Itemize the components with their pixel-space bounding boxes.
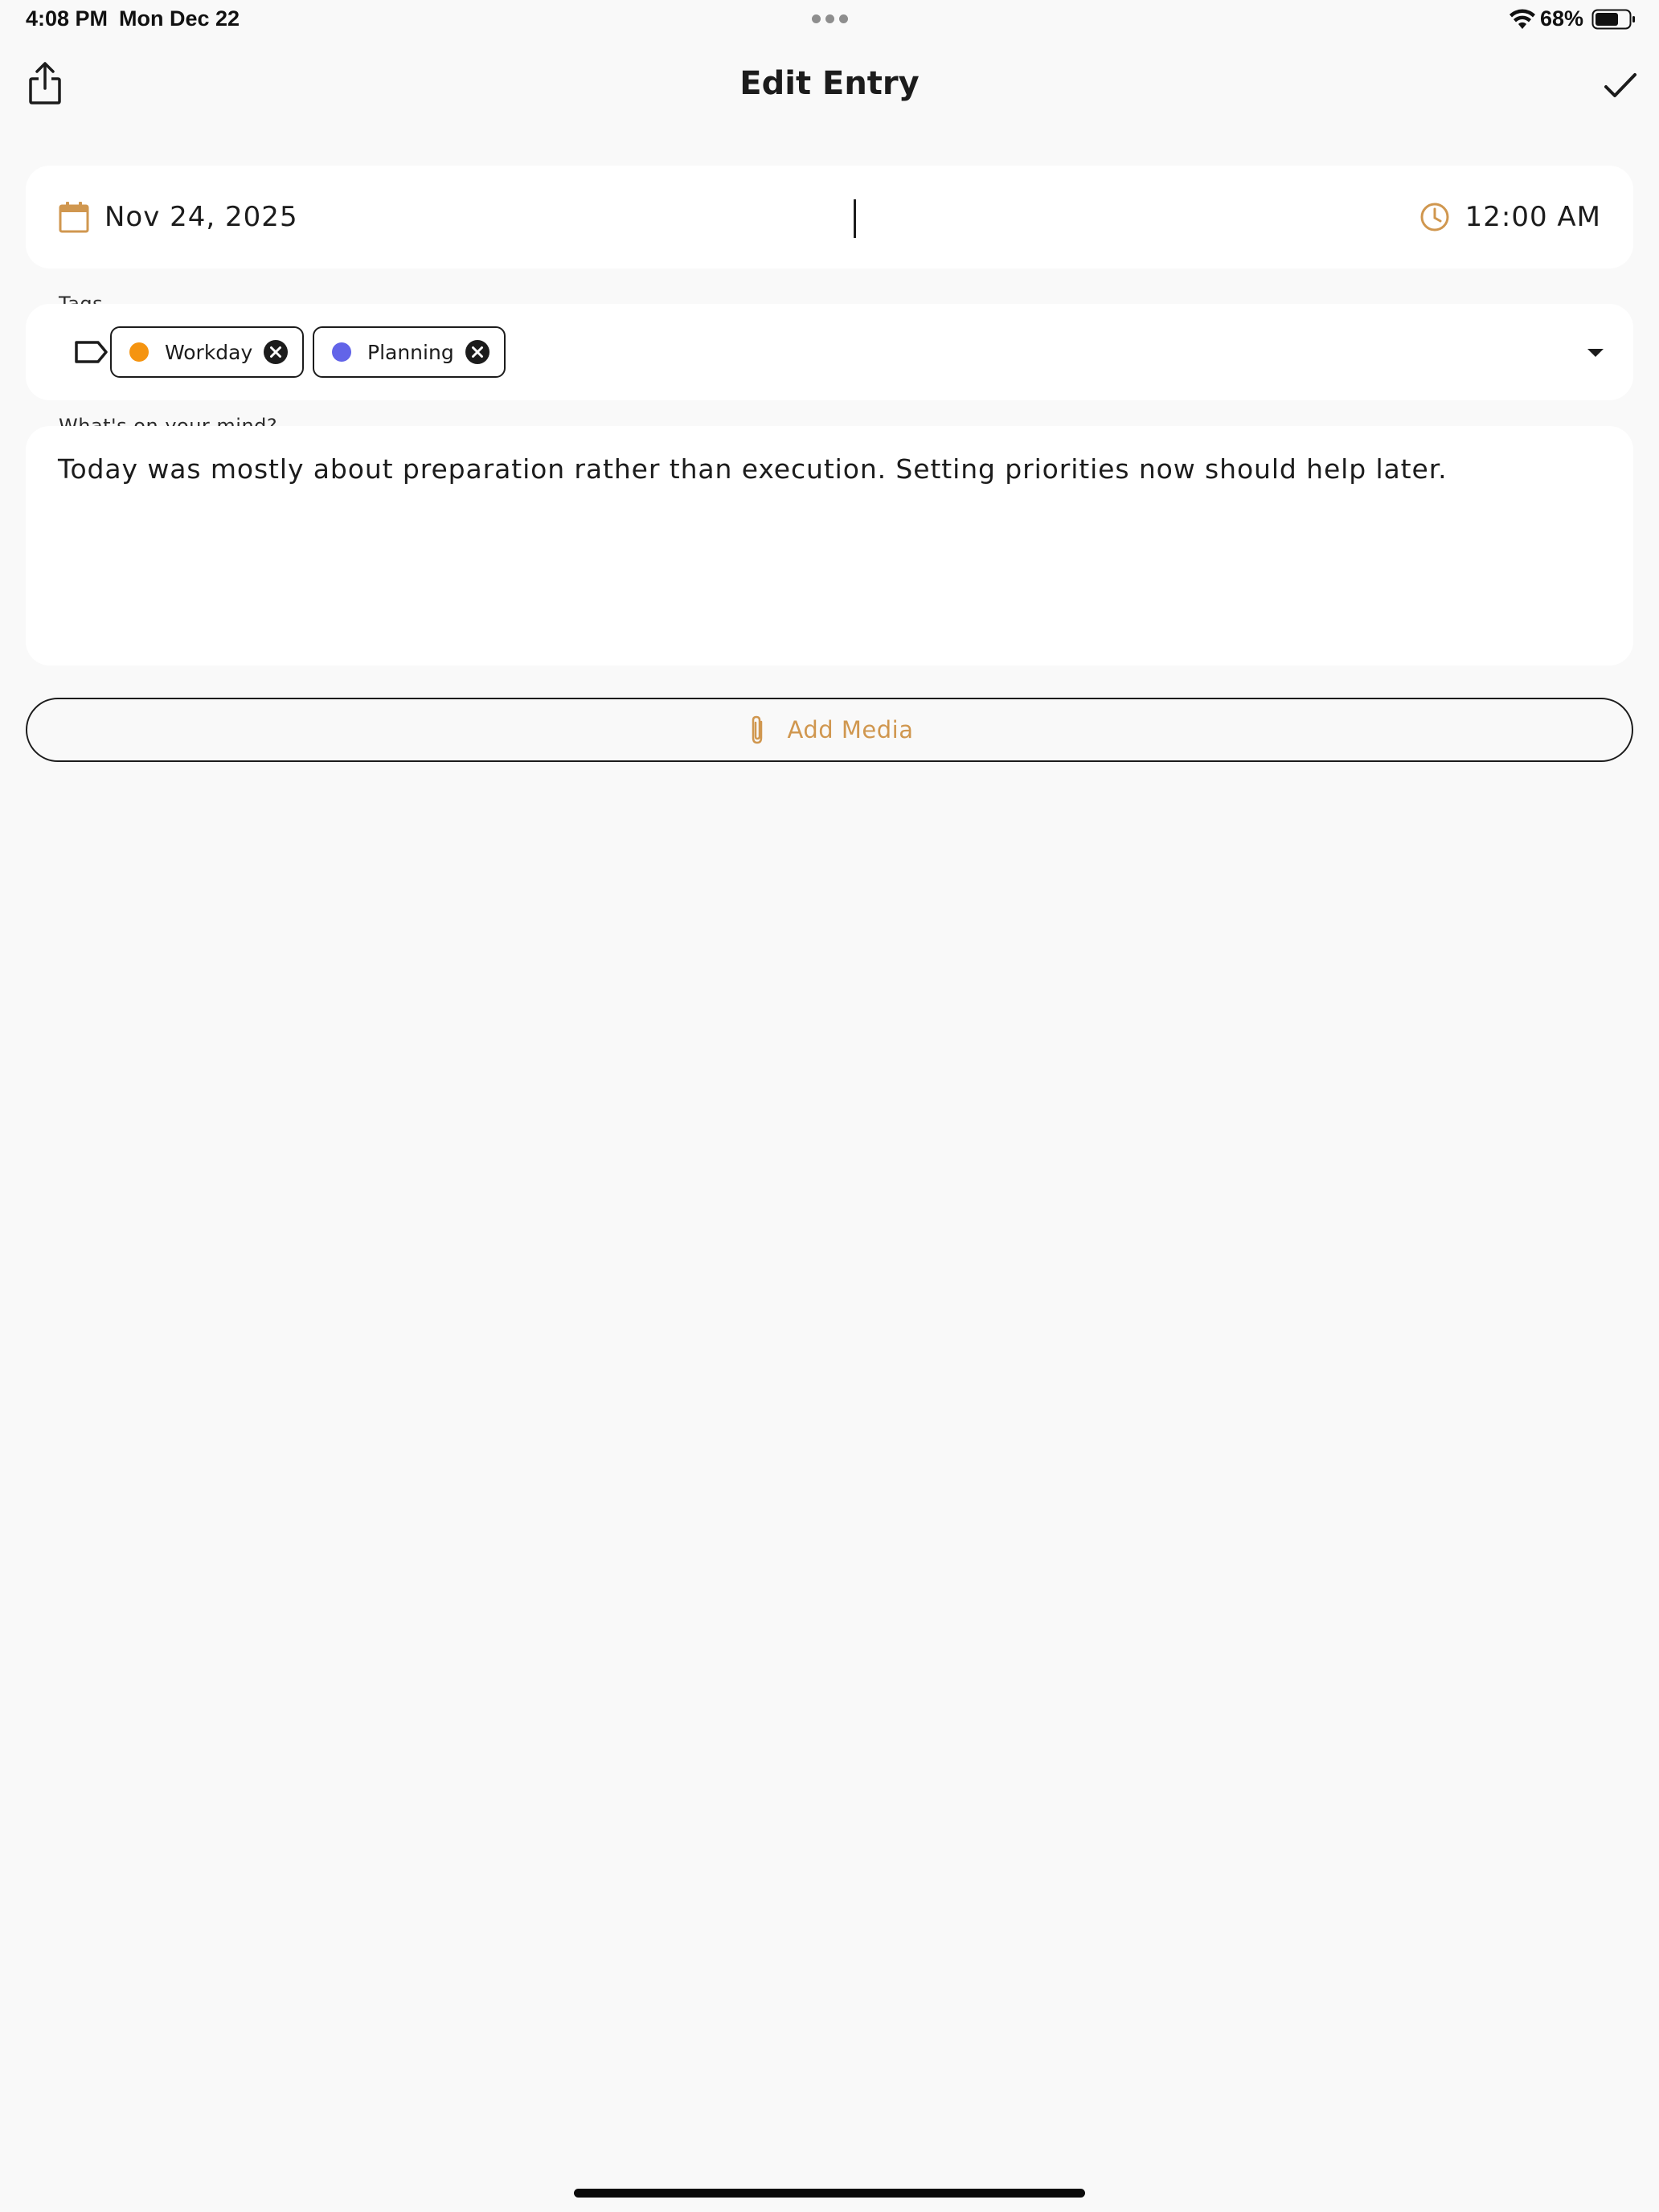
tag-icon [75, 341, 108, 363]
tag-color-dot [332, 342, 351, 362]
home-indicator[interactable] [574, 2189, 1085, 2198]
dropdown-arrow-icon[interactable] [1583, 341, 1608, 363]
tags-field[interactable]: Workday Planning [26, 304, 1633, 400]
clock-icon [1420, 203, 1449, 231]
text-cursor [854, 199, 856, 238]
entry-date: Nov 24, 2025 [104, 201, 298, 233]
battery-icon [1591, 9, 1635, 30]
multitasking-dots-icon[interactable] [812, 14, 849, 24]
datetime-card: Nov 24, 2025 12:00 AM [26, 166, 1633, 268]
tag-chip-label: Workday [165, 340, 253, 364]
calendar-icon [59, 202, 89, 233]
wifi-icon [1509, 9, 1535, 29]
tag-chip-label: Planning [367, 340, 454, 364]
page-title: Edit Entry [739, 65, 920, 102]
remove-tag-icon[interactable] [262, 338, 289, 366]
add-media-button[interactable]: Add Media [26, 698, 1633, 762]
remove-tag-icon[interactable] [464, 338, 491, 366]
battery-percentage: 68% [1540, 6, 1584, 31]
checkmark-icon[interactable] [1600, 64, 1641, 106]
paperclip-icon [752, 715, 762, 744]
edit-entry-screen: 4:08 PM Mon Dec 22 68% Edit Entry Nov 24… [0, 0, 1659, 2212]
tag-chip-planning[interactable]: Planning [313, 326, 506, 378]
status-date: Mon Dec 22 [119, 6, 240, 31]
add-media-label: Add Media [787, 716, 914, 743]
status-bar: 4:08 PM Mon Dec 22 68% [0, 0, 1659, 40]
journal-text-area[interactable]: Today was mostly about preparation rathe… [26, 426, 1633, 666]
tag-chip-workday[interactable]: Workday [110, 326, 304, 378]
time-picker[interactable]: 12:00 AM [1419, 166, 1601, 268]
entry-time: 12:00 AM [1464, 201, 1601, 233]
status-time: 4:08 PM [26, 6, 109, 31]
journal-text: Today was mostly about preparation rathe… [58, 453, 1448, 485]
tag-color-dot [129, 342, 149, 362]
date-picker[interactable]: Nov 24, 2025 [58, 166, 298, 268]
